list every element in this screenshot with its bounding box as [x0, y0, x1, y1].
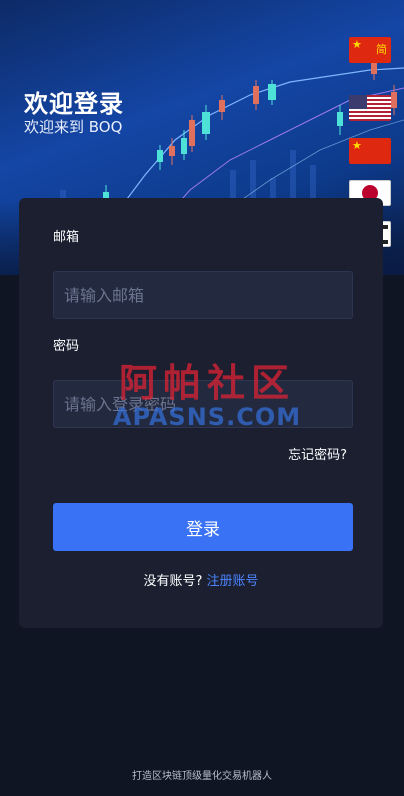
footer-slogan: 打造区块链顶级量化交易机器人 — [132, 771, 272, 782]
email-label: 邮箱 — [53, 230, 80, 245]
china-flag-icon[interactable]: ★ 简 — [349, 37, 391, 63]
email-input[interactable] — [53, 271, 353, 319]
usa-flag-icon[interactable] — [349, 95, 391, 121]
no-account-text: 没有账号? — [143, 574, 203, 589]
password-label: 密码 — [53, 339, 80, 354]
welcome-subtitle: 欢迎来到 BOQ — [24, 118, 123, 136]
login-card: 邮箱 密码 忘记密码? 登录 没有账号? 注册账号 — [19, 198, 383, 628]
china-flag-icon[interactable]: ★ — [349, 138, 391, 164]
password-input[interactable] — [53, 380, 353, 428]
register-link[interactable]: 注册账号 — [207, 574, 259, 589]
welcome-title: 欢迎登录 — [24, 90, 124, 118]
simplified-chinese-label: 简 — [376, 43, 387, 56]
forgot-password-link[interactable]: 忘记密码? — [288, 444, 347, 463]
register-prompt: 没有账号? 注册账号 — [19, 570, 383, 589]
login-button[interactable]: 登录 — [53, 503, 353, 551]
